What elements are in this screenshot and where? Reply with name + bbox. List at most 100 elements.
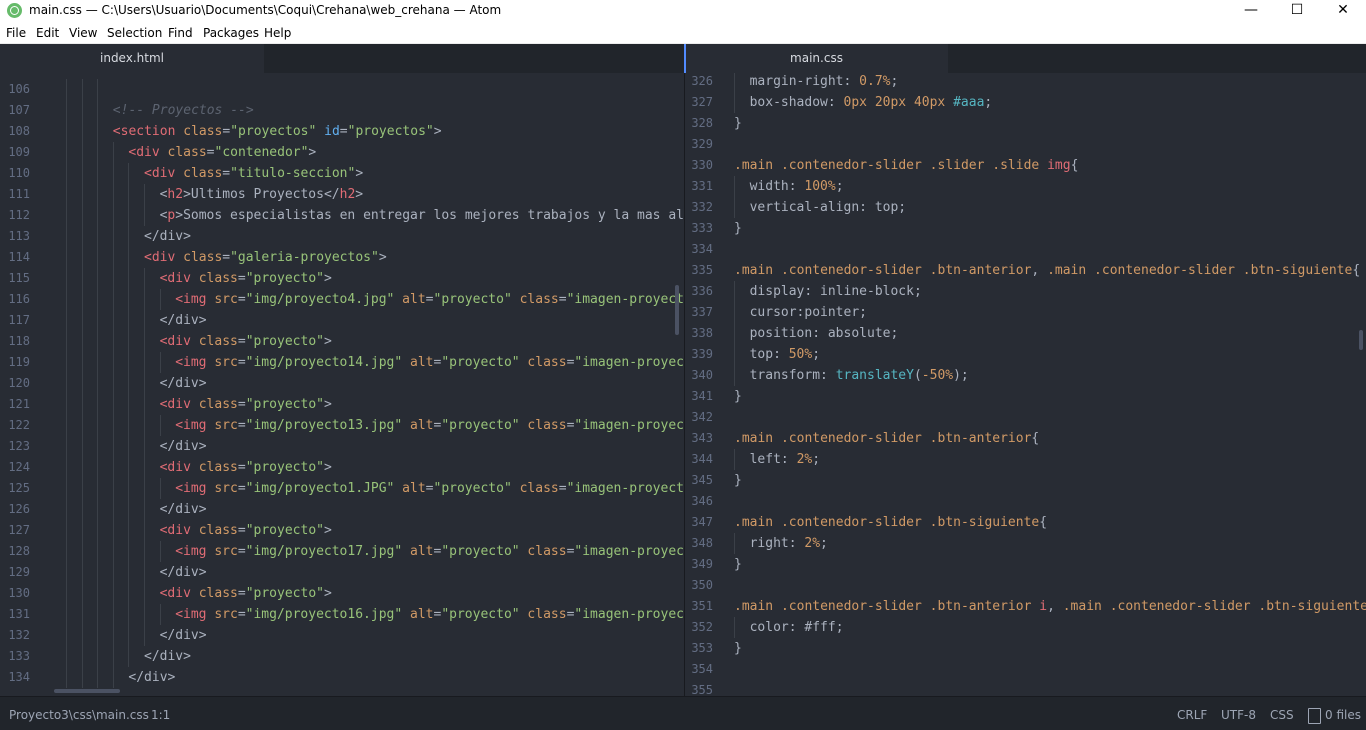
line-number[interactable]: 330	[685, 155, 713, 176]
code-text[interactable]: right: 2%;	[750, 533, 828, 554]
code-text[interactable]: </div>	[128, 667, 175, 688]
code-line[interactable]: 348 right: 2%;	[685, 533, 1366, 554]
code-text[interactable]: </div>	[160, 562, 207, 583]
code-line[interactable]: 125 <img src="img/proyecto1.JPG" alt="pro…	[0, 478, 684, 499]
code-line[interactable]: 115 <div class="proyecto">	[0, 268, 684, 289]
code-line[interactable]: 108 <section class="proyectos" id="proyec…	[0, 121, 684, 142]
code-line[interactable]: 128 <img src="img/proyecto17.jpg" alt="pr…	[0, 541, 684, 562]
code-text[interactable]: <img src="img/proyecto14.jpg" alt="proye…	[175, 352, 684, 373]
line-number[interactable]: 338	[685, 323, 713, 344]
code-line[interactable]: 116 <img src="img/proyecto4.jpg" alt="pro…	[0, 289, 684, 310]
line-number[interactable]: 332	[685, 197, 713, 218]
file-icon[interactable]	[1308, 708, 1321, 724]
code-text[interactable]: cursor:pointer;	[750, 302, 867, 323]
code-text[interactable]: <div class="titulo-seccion">	[144, 163, 363, 184]
code-text[interactable]: }	[734, 218, 742, 239]
code-line[interactable]: 123 </div>	[0, 436, 684, 457]
code-text[interactable]: <img src="img/proyecto1.JPG" alt="proyec…	[175, 478, 684, 499]
line-number[interactable]: 344	[685, 449, 713, 470]
code-line[interactable]: 111 <h2>Ultimos Proyectos</h2>	[0, 184, 684, 205]
code-line[interactable]: 114 <div class="galeria-proyectos">	[0, 247, 684, 268]
status-encoding[interactable]: UTF-8	[1221, 708, 1256, 722]
code-line[interactable]: 343 .main .contenedor-slider .btn-anterio…	[685, 428, 1366, 449]
line-number[interactable]: 127	[0, 520, 30, 541]
code-text[interactable]: vertical-align: top;	[750, 197, 907, 218]
code-text[interactable]: }	[734, 554, 742, 575]
code-text[interactable]: </div>	[160, 499, 207, 520]
code-text[interactable]: <div class="proyecto">	[160, 457, 332, 478]
code-text[interactable]: }	[734, 470, 742, 491]
code-line[interactable]: 327 box-shadow: 0px 20px 40px #aaa;	[685, 92, 1366, 113]
code-text[interactable]: </div>	[160, 310, 207, 331]
line-number[interactable]: 113	[0, 226, 30, 247]
line-number[interactable]: 119	[0, 352, 30, 373]
code-line[interactable]: 113 </div>	[0, 226, 684, 247]
line-number[interactable]: 134	[0, 667, 30, 688]
code-text[interactable]: left: 2%;	[750, 449, 820, 470]
line-number[interactable]: 335	[685, 260, 713, 281]
status-grammar[interactable]: CSS	[1270, 708, 1294, 722]
code-line[interactable]: 117 </div>	[0, 310, 684, 331]
code-line[interactable]: 353}	[685, 638, 1366, 659]
code-line[interactable]: 351 .main .contenedor-slider .btn-anterio…	[685, 596, 1366, 617]
line-number[interactable]: 108	[0, 121, 30, 142]
line-number[interactable]: 130	[0, 583, 30, 604]
code-text[interactable]: }	[734, 386, 742, 407]
line-number[interactable]: 111	[0, 184, 30, 205]
line-number[interactable]: 120	[0, 373, 30, 394]
code-text[interactable]: <img src="img/proyecto13.jpg" alt="proye…	[175, 415, 684, 436]
line-number[interactable]: 123	[0, 436, 30, 457]
line-number[interactable]: 336	[685, 281, 713, 302]
code-line[interactable]: 345}	[685, 470, 1366, 491]
code-text[interactable]: .main .contenedor-slider .btn-siguiente{	[734, 512, 1047, 533]
code-text[interactable]: <!-- Proyectos -->	[113, 100, 254, 121]
code-line[interactable]: 121 <div class="proyecto">	[0, 394, 684, 415]
left-vertical-scrollbar[interactable]	[675, 285, 679, 335]
line-number[interactable]: 109	[0, 142, 30, 163]
code-line[interactable]: 126 </div>	[0, 499, 684, 520]
code-text[interactable]: </div>	[144, 226, 191, 247]
code-text[interactable]: </div>	[160, 625, 207, 646]
line-number[interactable]: 353	[685, 638, 713, 659]
code-text[interactable]: </div>	[160, 373, 207, 394]
code-line[interactable]: 109 <div class="contenedor">	[0, 142, 684, 163]
code-line[interactable]: 107 <!-- Proyectos -->	[0, 100, 684, 121]
code-line[interactable]: 349}	[685, 554, 1366, 575]
code-line[interactable]: 132 </div>	[0, 625, 684, 646]
line-number[interactable]: 331	[685, 176, 713, 197]
code-line[interactable]: 333}	[685, 218, 1366, 239]
line-number[interactable]: 348	[685, 533, 713, 554]
code-text[interactable]: <div class="contenedor">	[128, 142, 316, 163]
code-line[interactable]: 342	[685, 407, 1366, 428]
code-line[interactable]: 330 .main .contenedor-slider .slider .sli…	[685, 155, 1366, 176]
code-text[interactable]: .main .contenedor-slider .btn-anterior, …	[734, 260, 1360, 281]
code-line[interactable]: 335 .main .contenedor-slider .btn-anterio…	[685, 260, 1366, 281]
tab-main-css[interactable]: main.css	[685, 44, 948, 73]
code-text[interactable]: <img src="img/proyecto16.jpg" alt="proye…	[175, 604, 684, 625]
line-number[interactable]: 352	[685, 617, 713, 638]
line-number[interactable]: 342	[685, 407, 713, 428]
code-text[interactable]: .main .contenedor-slider .btn-anterior{	[734, 428, 1039, 449]
line-number[interactable]: 350	[685, 575, 713, 596]
right-editor-pane[interactable]: 326 margin-right: 0.7%; 327 box-shadow: 0px…	[685, 73, 1366, 696]
code-text[interactable]: <img src="img/proyecto4.jpg" alt="proyec…	[175, 289, 684, 310]
code-line[interactable]: 129 </div>	[0, 562, 684, 583]
status-line-ending[interactable]: CRLF	[1177, 708, 1207, 722]
code-line[interactable]: 119 <img src="img/proyecto14.jpg" alt="pr…	[0, 352, 684, 373]
code-text[interactable]: box-shadow: 0px 20px 40px #aaa;	[750, 92, 993, 113]
line-number[interactable]: 346	[685, 491, 713, 512]
line-number[interactable]: 133	[0, 646, 30, 667]
code-text[interactable]: .main .contenedor-slider .slider .slide …	[734, 155, 1078, 176]
code-line[interactable]: 338 position: absolute;	[685, 323, 1366, 344]
code-text[interactable]: color: #fff;	[750, 617, 844, 638]
code-line[interactable]: 352 color: #fff;	[685, 617, 1366, 638]
line-number[interactable]: 126	[0, 499, 30, 520]
line-number[interactable]: 131	[0, 604, 30, 625]
code-line[interactable]: 354	[685, 659, 1366, 680]
line-number[interactable]: 343	[685, 428, 713, 449]
line-number[interactable]: 110	[0, 163, 30, 184]
code-line[interactable]: 334	[685, 239, 1366, 260]
menu-view[interactable]: View	[69, 26, 97, 40]
code-line[interactable]: 130 <div class="proyecto">	[0, 583, 684, 604]
code-line[interactable]: 127 <div class="proyecto">	[0, 520, 684, 541]
